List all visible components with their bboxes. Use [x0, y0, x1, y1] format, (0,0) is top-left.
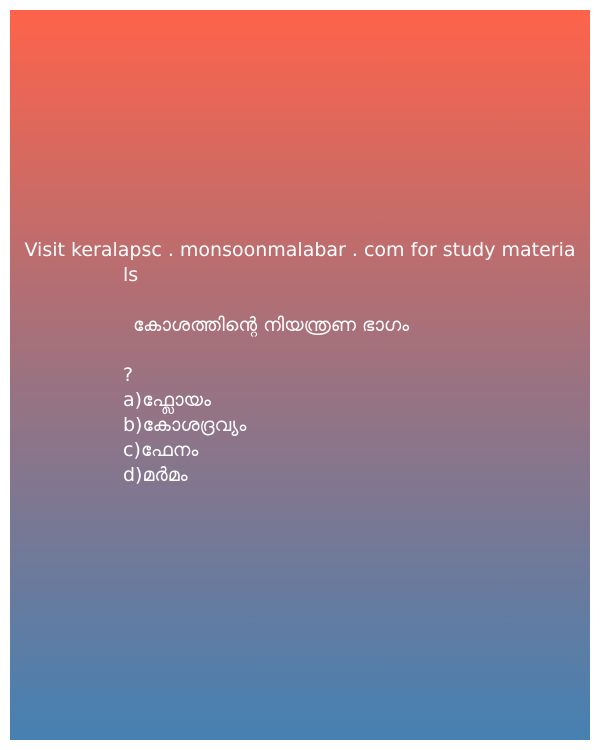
quiz-content: Visit keralapsc . monsoonmalabar . com f…: [10, 238, 590, 488]
options-list: a) ഫ്ലോയം b) കോശദ്രവ്യം c) ഫേനം d) മർമം: [10, 388, 590, 488]
question-mark: ?: [123, 364, 134, 386]
option-text: ഫേനം: [140, 439, 199, 461]
option-letter: b): [123, 414, 143, 436]
promo-line-2: ls: [123, 264, 139, 286]
option-letter: c): [123, 439, 141, 461]
option-letter: d): [123, 464, 143, 486]
promo-line-1: Visit keralapsc . monsoonmalabar . com f…: [24, 239, 576, 261]
question-text: കോശത്തിന്റെ നിയന്ത്രണ ഭാഗം: [133, 314, 410, 336]
option-c: c) ഫേനം: [123, 438, 590, 463]
option-letter: a): [123, 389, 143, 411]
quiz-card: Visit keralapsc . monsoonmalabar . com f…: [10, 10, 590, 740]
option-text: മർമം: [142, 464, 188, 486]
option-b: b) കോശദ്രവ്യം: [123, 413, 590, 438]
option-text: കോശദ്രവ്യം: [142, 414, 247, 436]
option-text: ഫ്ലോയം: [142, 389, 211, 411]
option-a: a) ഫ്ലോയം: [123, 388, 590, 413]
option-d: d) മർമം: [123, 463, 590, 488]
